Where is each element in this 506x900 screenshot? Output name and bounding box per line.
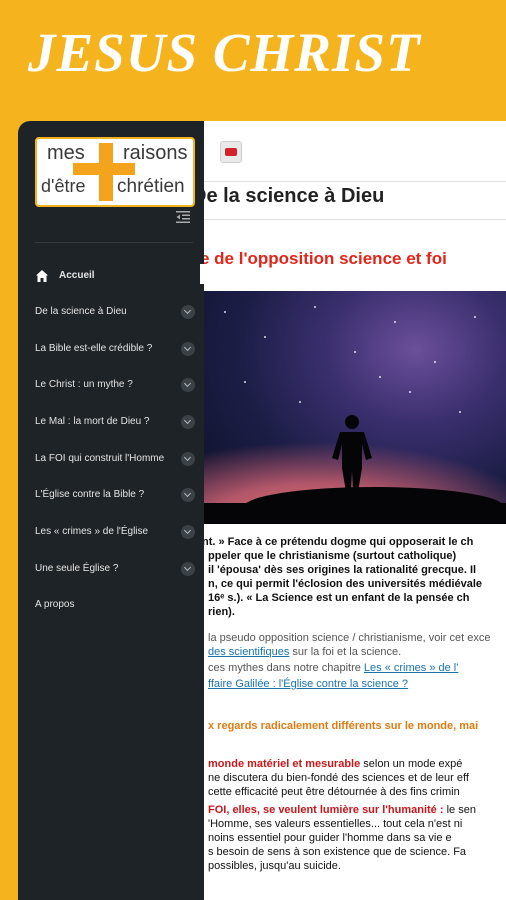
sidebar-item-label: Accueil (59, 270, 95, 281)
text-line: noins essentiel pour guider l'homme dans… (208, 832, 452, 844)
sidebar-item-a-propos[interactable]: A propos (35, 593, 195, 617)
sidebar-item-label: Une seule Église ? (35, 563, 119, 574)
text-line: x regards radicalement différents sur le… (208, 720, 479, 732)
home-icon (36, 270, 48, 282)
chevron-down-icon[interactable] (181, 525, 195, 539)
text-line: nt. » Face à ce prétendu dogme qui oppos… (204, 536, 474, 548)
link-scientists[interactable]: des scientifiques (208, 646, 289, 658)
divider (204, 219, 506, 220)
chevron-down-icon[interactable] (181, 488, 195, 502)
sidebar-item-christ[interactable]: Le Christ : un mythe ? (35, 373, 195, 397)
youtube-icon[interactable] (220, 141, 242, 163)
text-line: s besoin de sens à son existence que de … (208, 846, 467, 858)
sidebar-item-foi[interactable]: La FOI qui construit l'Homme (35, 447, 195, 471)
text-line: monde matériel et mesurable (208, 758, 361, 770)
top-bar (204, 121, 506, 182)
text-line: cette efficacité peut être détournée à d… (208, 786, 460, 798)
ground-silhouette (204, 503, 506, 524)
text-line: ces mythes dans notre chapitre (208, 662, 361, 674)
link-crimes-chapter[interactable]: Les « crimes » de l' (364, 662, 458, 674)
scrollbar[interactable] (200, 264, 204, 284)
main-content: De la science à Dieu e de l'opposition s… (204, 121, 506, 900)
sidebar-item-mal[interactable]: Le Mal : la mort de Dieu ? (35, 410, 195, 434)
chevron-down-icon[interactable] (181, 378, 195, 392)
star (409, 391, 411, 393)
divider (35, 242, 193, 243)
star (314, 306, 316, 308)
person-silhouette (332, 415, 372, 492)
page-title: De la science à Dieu (204, 185, 385, 207)
text-line: 'Homme, ses valeurs essentielles... tout… (208, 818, 463, 830)
star (459, 411, 461, 413)
logo-text: d'être (41, 176, 86, 196)
star (434, 361, 436, 363)
star (264, 336, 266, 338)
logo-text: mes (47, 142, 85, 164)
sidebar-item-label: L'Église contre la Bible ? (35, 489, 145, 500)
sidebar-item-label: La Bible est-elle crédible ? (35, 343, 153, 354)
text-line: la pseudo opposition science / christian… (208, 632, 491, 644)
banner-title: JESUS CHRIST (28, 22, 421, 83)
star (224, 311, 226, 313)
chevron-down-icon[interactable] (181, 342, 195, 356)
star (244, 381, 246, 383)
text-line: il 'épousa' dès ses origines la rational… (208, 564, 477, 576)
text-line: FOI, elles, se veulent lumière sur l'hum… (208, 804, 444, 816)
sidebar-drawer: mes raisons d'être chrétien Accueil De l… (18, 121, 204, 900)
sidebar-item-label: De la science à Dieu (35, 306, 127, 317)
star (379, 376, 381, 378)
text-line: n, ce qui permit l'éclosion des universi… (208, 578, 483, 590)
sidebar-item-une-eglise[interactable]: Une seule Église ? (35, 557, 195, 581)
text-line: ne discutera du bien-fondé des sciences … (208, 772, 469, 784)
chevron-down-icon[interactable] (181, 562, 195, 576)
star (394, 321, 396, 323)
star (354, 351, 356, 353)
chevron-down-icon[interactable] (181, 305, 195, 319)
text-line: le sen (446, 804, 476, 816)
hero-image (204, 291, 506, 524)
sidebar-item-label: A propos (35, 599, 75, 610)
sidebar-item-label: La FOI qui construit l'Homme (35, 453, 165, 464)
text-line: sur la foi et la science. (292, 646, 402, 658)
text-line: ppeler que le christianisme (surtout cat… (208, 550, 457, 562)
logo-text: raisons (123, 142, 188, 164)
app-logo: mes raisons d'être chrétien (35, 137, 195, 207)
app-screen: De la science à Dieu e de l'opposition s… (18, 121, 506, 900)
link-galileo[interactable]: ffaire Galilée : l'Église contre la scie… (208, 677, 408, 691)
sidebar-item-crimes[interactable]: Les « crimes » de l'Église (35, 520, 195, 544)
section-title: e de l'opposition science et foi (204, 249, 447, 268)
text-line: 16ᵉ s.). « La Science est un enfant de l… (208, 592, 470, 604)
sidebar-item-accueil[interactable]: Accueil (35, 264, 195, 288)
text-line: possibles, jusqu'au suicide. (208, 860, 341, 872)
text-line: selon un mode expé (363, 758, 463, 770)
sidebar-item-label: Les « crimes » de l'Église (35, 526, 149, 537)
sidebar-item-eglise-bible[interactable]: L'Église contre la Bible ? (35, 483, 195, 507)
chevron-down-icon[interactable] (181, 415, 195, 429)
text-line: rien). (208, 606, 235, 618)
sidebar-item-science[interactable]: De la science à Dieu (35, 300, 195, 324)
chevron-down-icon[interactable] (181, 452, 195, 466)
star (299, 401, 301, 403)
star (474, 316, 476, 318)
logo-text: chrétien (117, 176, 185, 197)
sidebar-item-label: Le Mal : la mort de Dieu ? (35, 416, 150, 427)
sidebar-item-label: Le Christ : un mythe ? (35, 379, 133, 390)
sidebar-item-bible[interactable]: La Bible est-elle crédible ? (35, 337, 195, 361)
collapse-menu-icon[interactable] (176, 211, 190, 223)
